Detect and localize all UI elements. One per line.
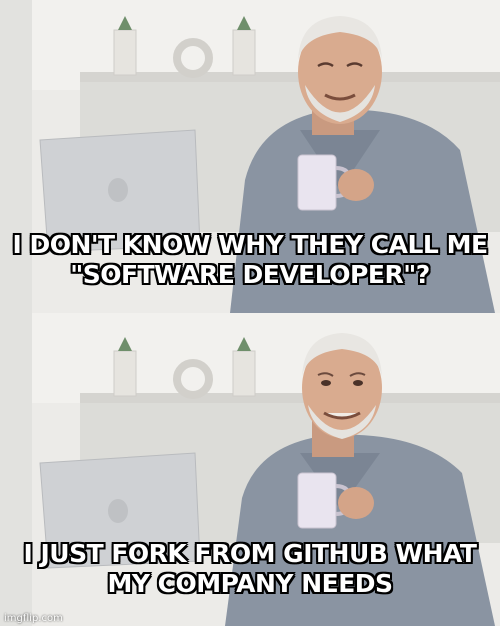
meme-image: I DON'T KNOW WHY THEY CALL ME "SOFTWARE … [0,0,500,626]
top-caption: I DON'T KNOW WHY THEY CALL ME "SOFTWARE … [12,230,488,289]
top-panel: I DON'T KNOW WHY THEY CALL ME "SOFTWARE … [0,0,500,313]
watermark: imgflip.com [4,613,63,624]
bottom-panel: I JUST FORK FROM GITHUB WHAT MY COMPANY … [0,313,500,626]
bottom-caption: I JUST FORK FROM GITHUB WHAT MY COMPANY … [23,539,477,598]
